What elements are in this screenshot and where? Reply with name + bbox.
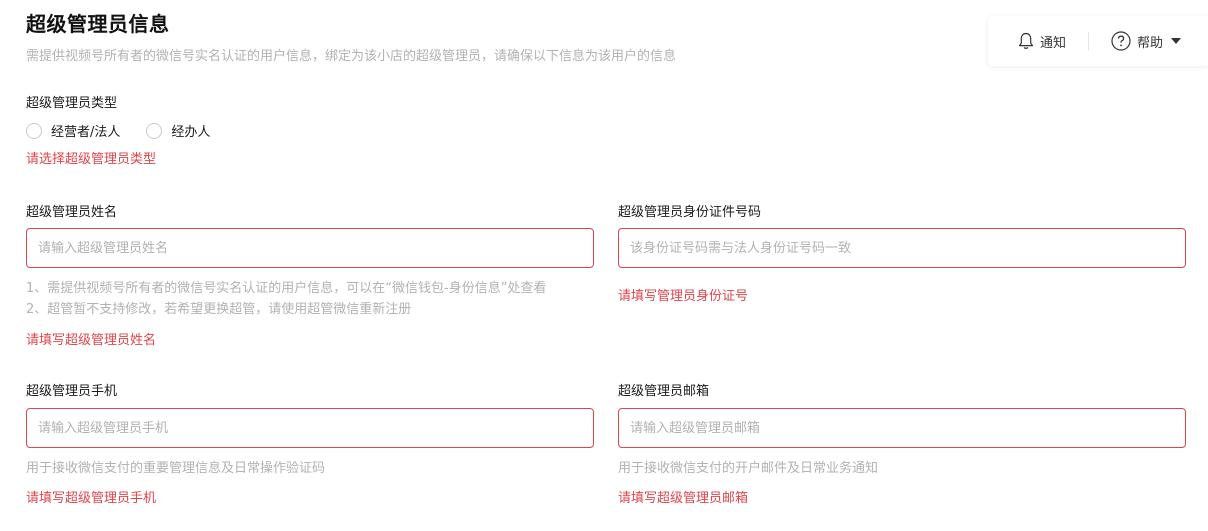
name-hint-2: 2、超管暂不支持修改，若希望更换超管，请使用超管微信重新注册 xyxy=(26,302,412,317)
page-description: 需提供视频号所有者的微信号实名认证的用户信息，绑定为该小店的超级管理员，请确保以… xyxy=(26,49,677,64)
name-error: 请填写超级管理员姓名 xyxy=(26,333,157,348)
id-number-label: 超级管理员身份证件号码 xyxy=(618,205,762,220)
admin-type-error: 请选择超级管理员类型 xyxy=(26,152,157,167)
admin-type-label: 超级管理员类型 xyxy=(26,96,118,111)
id-number-error: 请填写管理员身份证号 xyxy=(618,289,749,304)
id-number-input[interactable] xyxy=(618,228,1186,268)
help-button[interactable]: 帮助 xyxy=(1111,31,1182,51)
email-hint: 用于接收微信支付的开户邮件及日常业务通知 xyxy=(618,461,879,476)
radio-legal-person[interactable]: 经营者/法人 xyxy=(26,121,120,140)
phone-error: 请填写超级管理员手机 xyxy=(26,491,157,506)
email-error: 请填写超级管理员邮箱 xyxy=(618,491,749,506)
radio-label-agent: 经办人 xyxy=(171,125,211,140)
admin-type-radio-group: 经营者/法人 经办人 xyxy=(26,121,236,140)
notice-button[interactable]: 通知 xyxy=(1018,32,1066,51)
radio-circle[interactable] xyxy=(26,122,42,139)
help-label: 帮助 xyxy=(1137,35,1164,51)
radio-agent[interactable]: 经办人 xyxy=(146,121,210,140)
phone-input[interactable] xyxy=(26,408,594,448)
help-circle-icon xyxy=(1111,31,1131,51)
email-input[interactable] xyxy=(618,408,1186,448)
notice-label: 通知 xyxy=(1040,35,1067,51)
radio-label-legal-person: 经营者/法人 xyxy=(51,125,121,140)
phone-label: 超级管理员手机 xyxy=(26,384,118,399)
radio-circle[interactable] xyxy=(146,122,163,139)
phone-hint: 用于接收微信支付的重要管理信息及日常操作验证码 xyxy=(26,461,326,476)
name-label: 超级管理员姓名 xyxy=(26,205,118,220)
toolbar-divider xyxy=(1088,32,1090,50)
top-toolbar: 通知 帮助 xyxy=(988,16,1208,66)
page-title: 超级管理员信息 xyxy=(26,12,170,36)
email-label: 超级管理员邮箱 xyxy=(618,384,710,399)
name-input[interactable] xyxy=(26,228,594,268)
caret-down-icon xyxy=(1171,38,1182,44)
name-hint-1: 1、需提供视频号所有者的微信号实名认证的用户信息，可以在“微信钱包-身份信息”处… xyxy=(26,281,547,296)
bell-icon xyxy=(1018,32,1034,50)
